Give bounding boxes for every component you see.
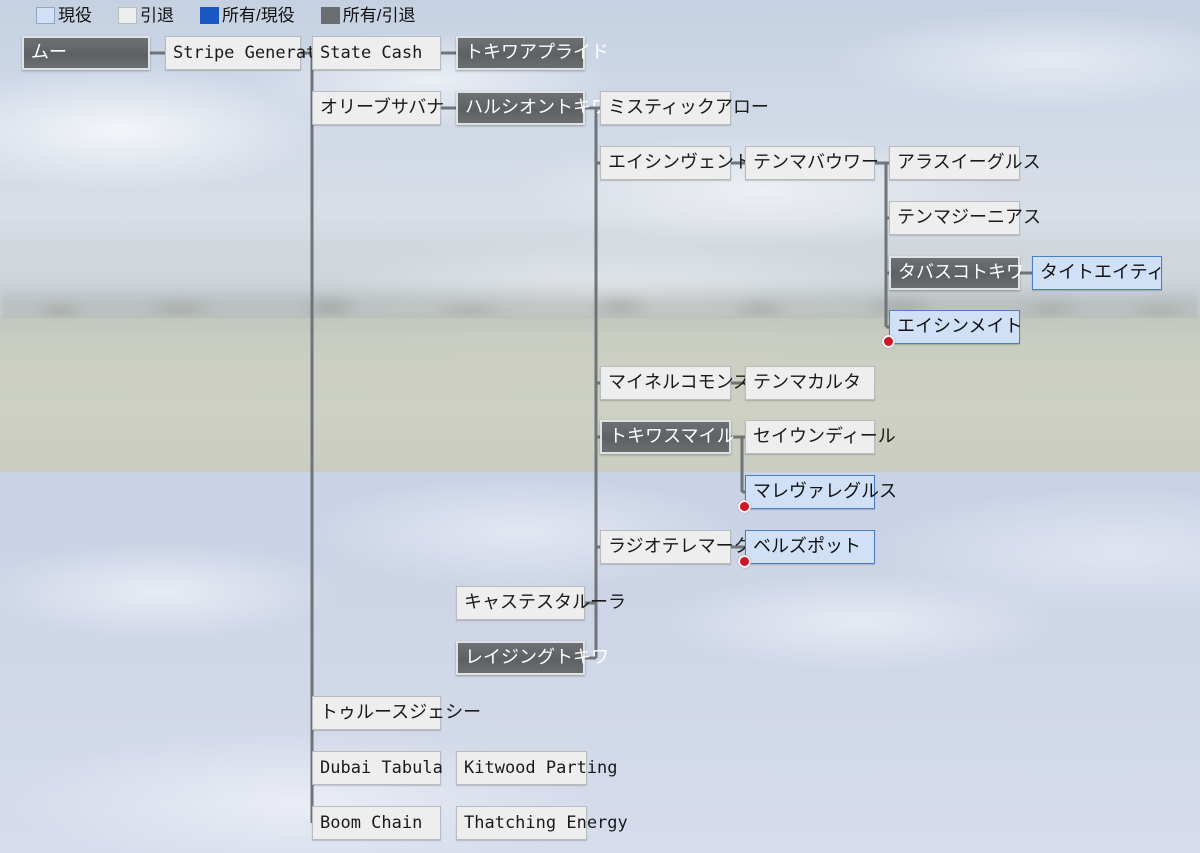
owned-marker-dot xyxy=(738,555,751,568)
legend: 現役 引退 所有/現役 所有/引退 xyxy=(0,0,1200,30)
pedigree-node-label: タイトエイティ xyxy=(1040,262,1165,283)
pedigree-node-label: マレヴァレグルス xyxy=(753,481,897,502)
legend-label-owned-retired: 所有/引退 xyxy=(342,5,416,25)
legend-item-owned-active[interactable]: 所有/現役 xyxy=(200,5,295,25)
pedigree-node-n1[interactable]: Stripe Generation xyxy=(165,36,347,70)
legend-item-retired[interactable]: 引退 xyxy=(118,5,174,25)
pedigree-node-n6[interactable]: ミスティックアロー xyxy=(600,91,769,125)
pedigree-node-n2[interactable]: State Cash xyxy=(312,36,441,70)
pedigree-node-n23[interactable]: トゥルースジェシー xyxy=(312,696,481,730)
pedigree-node-n4[interactable]: オリーブサバナ xyxy=(312,91,445,125)
legend-swatch-owned-active xyxy=(200,6,219,24)
pedigree-node-label: テンマカルタ xyxy=(753,372,861,393)
pedigree-screen: 現役 引退 所有/現役 所有/引退 ムー Stripe Generation Sta… xyxy=(0,0,1200,853)
legend-swatch-retired xyxy=(118,6,137,24)
pedigree-node-n22[interactable]: レイジングトキワ xyxy=(456,641,609,675)
pedigree-node-n10[interactable]: テンマジーニアス xyxy=(889,201,1041,235)
legend-item-active[interactable]: 現役 xyxy=(36,5,92,25)
pedigree-node-label: ラジオテレマーク xyxy=(608,536,752,557)
legend-swatch-owned-retired xyxy=(320,6,340,24)
pedigree-node-n13[interactable]: エイシンメイト xyxy=(889,310,1023,344)
pedigree-node-n27[interactable]: Thatching Energy xyxy=(456,806,628,840)
pedigree-node-label: ミスティックアロー xyxy=(608,97,769,118)
pedigree-node-n0[interactable]: ムー xyxy=(22,36,150,70)
legend-label-retired: 引退 xyxy=(140,5,174,25)
pedigree-node-n16[interactable]: トキワスマイル xyxy=(600,420,735,454)
pedigree-node-n17[interactable]: セイウンディール xyxy=(745,420,896,454)
pedigree-node-n26[interactable]: Boom Chain xyxy=(312,806,441,840)
legend-label-active: 現役 xyxy=(58,5,92,25)
pedigree-node-n15[interactable]: テンマカルタ xyxy=(745,366,875,400)
pedigree-node-label: トキワアプライド xyxy=(465,42,609,63)
pedigree-node-n12[interactable]: タイトエイティ xyxy=(1032,256,1165,290)
pedigree-node-label: エイシンメイト xyxy=(897,316,1023,337)
pedigree-node-label: トゥルースジェシー xyxy=(320,702,482,723)
pedigree-node-n19[interactable]: ラジオテレマーク xyxy=(600,530,752,564)
legend-item-owned-retired[interactable]: 所有/引退 xyxy=(320,5,416,25)
pedigree-node-n21[interactable]: キャステスタルーラ xyxy=(456,586,626,620)
owned-marker-dot xyxy=(738,500,751,513)
pedigree-node-n11[interactable]: タバスコトキワ xyxy=(889,256,1024,290)
pedigree-node-n8[interactable]: テンマバウワー xyxy=(745,146,879,180)
pedigree-node-label: レイジングトキワ xyxy=(465,647,609,668)
pedigree-node-label: テンマバウワー xyxy=(753,152,879,173)
pedigree-tree: ムー Stripe Generation State Cash トキワアプライドオリー… xyxy=(0,0,1200,853)
pedigree-node-label: アラスイーグルス xyxy=(897,152,1041,173)
pedigree-node-n20[interactable]: ベルズポット xyxy=(745,530,875,564)
pedigree-node-label: エイシンヴェント xyxy=(608,152,752,173)
pedigree-node-label: ベルズポット xyxy=(753,536,861,557)
pedigree-node-label: オリーブサバナ xyxy=(320,97,445,118)
owned-marker-dot xyxy=(882,335,895,348)
pedigree-node-n5[interactable]: ハルシオントキワ xyxy=(456,91,609,125)
legend-label-owned-active: 所有/現役 xyxy=(222,5,295,25)
pedigree-node-label: ハルシオントキワ xyxy=(465,97,609,118)
pedigree-node-n18[interactable]: マレヴァレグルス xyxy=(745,475,897,509)
pedigree-node-label: Dubai Tabula xyxy=(320,757,443,778)
pedigree-node-label: Thatching Energy xyxy=(464,812,628,833)
pedigree-node-label: State Cash xyxy=(320,42,423,63)
pedigree-node-label: セイウンディール xyxy=(753,426,896,447)
pedigree-node-label: タバスコトキワ xyxy=(898,262,1024,283)
pedigree-node-label: テンマジーニアス xyxy=(897,207,1041,228)
pedigree-node-label: マイネルコモンズ xyxy=(608,372,752,393)
pedigree-node-n25[interactable]: Kitwood Parting xyxy=(456,751,618,785)
pedigree-node-n24[interactable]: Dubai Tabula xyxy=(312,751,443,785)
pedigree-node-label: ムー xyxy=(31,42,67,63)
pedigree-node-label: Kitwood Parting xyxy=(464,757,618,778)
pedigree-node-n9[interactable]: アラスイーグルス xyxy=(889,146,1041,180)
pedigree-node-n14[interactable]: マイネルコモンズ xyxy=(600,366,751,400)
pedigree-node-n7[interactable]: エイシンヴェント xyxy=(600,146,752,180)
pedigree-node-label: トキワスマイル xyxy=(609,426,735,447)
pedigree-node-label: キャステスタルーラ xyxy=(464,592,626,613)
pedigree-node-label: Boom Chain xyxy=(320,812,423,833)
pedigree-node-n3[interactable]: トキワアプライド xyxy=(456,36,609,70)
legend-swatch-active xyxy=(36,6,55,24)
